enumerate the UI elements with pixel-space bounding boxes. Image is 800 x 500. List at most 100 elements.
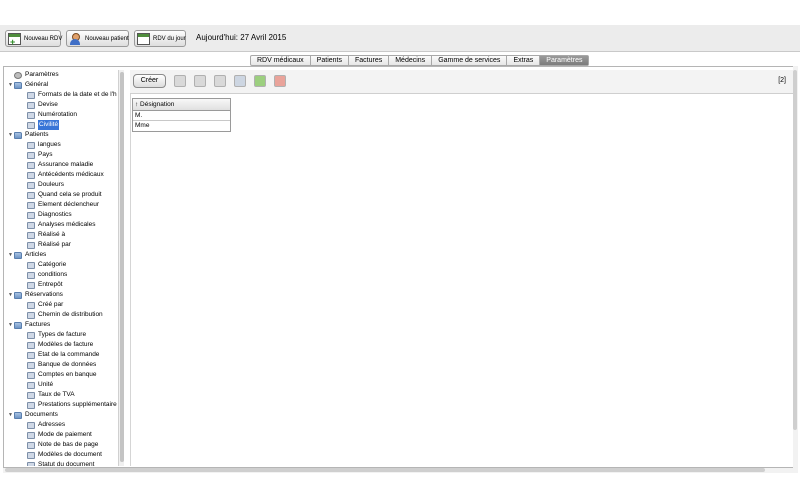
tree-item[interactable]: Numérotation: [5, 110, 118, 120]
calendar-add-icon: [8, 32, 21, 47]
rdv-du-jour-button[interactable]: RDV du jour: [134, 30, 186, 47]
table-row[interactable]: M.: [133, 111, 230, 121]
expand-arrow-icon[interactable]: ▼: [7, 80, 14, 90]
new-patient-button[interactable]: Nouveau patient: [66, 30, 129, 47]
category-icon: [27, 261, 35, 269]
tree-item[interactable]: Assurance maladie: [5, 160, 118, 170]
tree-item[interactable]: Catégorie: [5, 260, 118, 270]
tree-item[interactable]: Element déclencheur: [5, 200, 118, 210]
tree-item-label: Créé par: [38, 301, 64, 308]
tree-item[interactable]: ▼ Documents: [5, 410, 118, 420]
table-row[interactable]: Mme: [133, 121, 230, 131]
tree-item[interactable]: Réalisé à: [5, 230, 118, 240]
umbrella-icon: [27, 161, 35, 169]
copy-icon[interactable]: [194, 75, 206, 87]
tab-patients[interactable]: Patients: [311, 56, 349, 65]
tree-scrollbar-thumb[interactable]: [120, 72, 124, 462]
expand-arrow-icon[interactable]: ▼: [7, 250, 14, 260]
building-icon: [27, 231, 35, 239]
document-icon: [27, 191, 35, 199]
folder-icon: [14, 291, 22, 299]
tab-gamme-de-services[interactable]: Gamme de services: [432, 56, 508, 65]
expand-arrow-icon[interactable]: ▼: [7, 290, 14, 300]
tree-item[interactable]: Taux de TVA: [5, 390, 118, 400]
tree-item-label: Douleurs: [38, 181, 65, 188]
tree-item[interactable]: Mode de paiement: [5, 430, 118, 440]
tree-item[interactable]: Quand cela se produit: [5, 190, 118, 200]
tree-item[interactable]: langues: [5, 140, 118, 150]
new-document-icon[interactable]: [174, 75, 186, 87]
folder-icon: [14, 411, 22, 419]
tree-item-label: Modèles de document: [38, 451, 102, 458]
calendar-icon: [27, 91, 35, 99]
tree-item[interactable]: conditions: [5, 270, 118, 280]
tree-item[interactable]: Modèles de facture: [5, 340, 118, 350]
today-date: Aujourd'hui: 27 Avril 2015: [196, 33, 287, 42]
tree-item[interactable]: Chemin de distribution: [5, 310, 118, 320]
tree-item[interactable]: Comptes en banque: [5, 370, 118, 380]
main-vertical-scrollbar-thumb[interactable]: [793, 70, 797, 430]
tree-item-label: Analyses médicales: [38, 221, 96, 228]
tree-item[interactable]: Douleurs: [5, 180, 118, 190]
tree-item[interactable]: Unité: [5, 380, 118, 390]
tree-item[interactable]: Civilité: [5, 120, 118, 130]
tree-item[interactable]: ▼ Patients: [5, 130, 118, 140]
record-count: [2]: [778, 77, 786, 84]
tree-item-label: Factures: [25, 321, 51, 328]
print-icon[interactable]: [234, 75, 246, 87]
tree-item[interactable]: ▼ Articles: [5, 250, 118, 260]
person-icon: [27, 241, 35, 249]
tab-extras[interactable]: Extras: [507, 56, 541, 65]
tree-item[interactable]: Paramètres: [5, 70, 118, 80]
tree-item[interactable]: Statut du document: [5, 460, 118, 466]
tab-m-decins[interactable]: Médecins: [389, 56, 433, 65]
trash-icon[interactable]: [214, 75, 226, 87]
tree-item[interactable]: Réalisé par: [5, 240, 118, 250]
coins-icon: [27, 371, 35, 379]
column-header-designation[interactable]: ↑ Désignation: [133, 99, 230, 111]
document-icon: [27, 201, 35, 209]
tab-factures[interactable]: Factures: [349, 56, 390, 65]
tree-item[interactable]: Modèles de document: [5, 450, 118, 460]
excel-export-icon[interactable]: [254, 75, 266, 87]
tree-item[interactable]: Analyses médicales: [5, 220, 118, 230]
tree-item[interactable]: Créé par: [5, 300, 118, 310]
tree-item[interactable]: Entrepôt: [5, 280, 118, 290]
tree-item[interactable]: Diagnostics: [5, 210, 118, 220]
tree-item[interactable]: Adresses: [5, 420, 118, 430]
tab-rdv-m-dicaux[interactable]: RDV médicaux: [251, 56, 311, 65]
tree-item-label: Réservations: [25, 291, 63, 298]
main-vertical-scrollbar[interactable]: [793, 66, 798, 468]
tree-item[interactable]: Types de facture: [5, 330, 118, 340]
tree-item[interactable]: Devise: [5, 100, 118, 110]
tree-item-label: Etat de la commande: [38, 351, 100, 358]
create-button[interactable]: Créer: [133, 74, 166, 88]
tree-item[interactable]: ▼ Factures: [5, 320, 118, 330]
main-horizontal-scrollbar[interactable]: [3, 468, 798, 473]
expand-arrow-icon[interactable]: ▼: [7, 410, 14, 420]
tree-scrollbar[interactable]: [118, 70, 124, 466]
tree-item[interactable]: ▼ Réservations: [5, 290, 118, 300]
expand-arrow-icon[interactable]: ▼: [7, 320, 14, 330]
tree-item[interactable]: Pays: [5, 150, 118, 160]
tree-item[interactable]: Antécédents médicaux: [5, 170, 118, 180]
main-tabs: RDV médicaux Patients Factures Médecins Gamm…: [250, 55, 590, 66]
calendar-icon: [137, 32, 150, 45]
new-rdv-button[interactable]: Nouveau RDV: [5, 30, 62, 47]
tree-item[interactable]: Note de bas de page: [5, 440, 118, 450]
tree-item[interactable]: Formats de la date et de l'h: [5, 90, 118, 100]
tree-item-label: Modèles de facture: [38, 341, 94, 348]
tree-item[interactable]: ▼ Général: [5, 80, 118, 90]
tree-item[interactable]: Banque de données: [5, 360, 118, 370]
main-horizontal-scrollbar-thumb[interactable]: [5, 468, 765, 472]
pdf-export-icon[interactable]: [274, 75, 286, 87]
tree-item[interactable]: Prestations supplémentaire: [5, 400, 118, 410]
tree-item-label: Général: [25, 81, 49, 88]
tree-item-label: Mode de paiement: [38, 431, 92, 438]
tree-item-label: langues: [38, 141, 61, 148]
tab-param-tres[interactable]: Paramètres: [540, 56, 589, 65]
tree-item[interactable]: Etat de la commande: [5, 350, 118, 360]
warning-icon: [27, 461, 35, 466]
expand-arrow-icon[interactable]: ▼: [7, 130, 14, 140]
currency-icon: [27, 101, 35, 109]
